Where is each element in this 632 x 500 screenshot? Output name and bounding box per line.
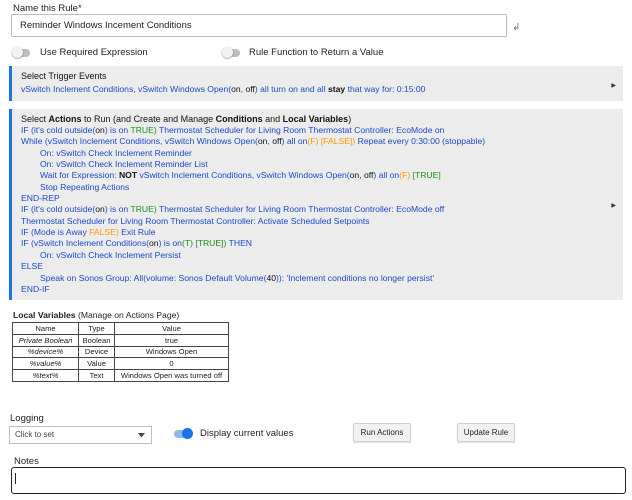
local-variables-label: Local Variables (Manage on Actions Page) xyxy=(13,310,180,320)
notes-label: Notes xyxy=(14,456,39,467)
variable-name-cell: Private Boolean xyxy=(12,333,79,347)
logging-select[interactable]: Click to set xyxy=(9,426,152,444)
actions-panel[interactable]: Select Actions to Run (and Create and Ma… xyxy=(9,109,623,300)
logging-label: Logging xyxy=(10,413,44,424)
display-current-values-label: Display current values xyxy=(200,428,294,439)
display-current-values-toggle[interactable] xyxy=(174,428,193,439)
action-line-5: Wait for Expression: NOT vSwitch Incleme… xyxy=(40,170,441,180)
use-required-expression-label: Use Required Expression xyxy=(40,47,148,58)
action-line-2: While (vSwitch Inclement Conditions, vSw… xyxy=(21,136,486,146)
rule-name-label: Name this Rule* xyxy=(13,3,82,14)
variable-type-cell: Device xyxy=(78,345,115,359)
action-line-1: IF (it's cold outside(on) is on TRUE) Th… xyxy=(21,125,445,135)
action-line-8: IF (it's cold outside(on) is on TRUE) Th… xyxy=(21,204,445,214)
variable-name-cell: %text% xyxy=(12,369,79,382)
local-variables-table: Name Type Value Private Boolean Boolean … xyxy=(12,322,229,382)
variable-type-cell: Value xyxy=(78,357,115,371)
action-line-4: On: vSwitch Check Inclement Reminder Lis… xyxy=(40,159,208,169)
action-line-13: ELSE xyxy=(21,261,43,271)
text-cursor xyxy=(15,473,16,484)
run-actions-button[interactable]: Run Actions xyxy=(353,423,411,442)
table-row: Private Boolean Boolean true xyxy=(12,333,229,347)
table-row: %device% Device Windows Open xyxy=(12,345,229,359)
column-header-value: Value xyxy=(114,322,229,335)
table-row: %text% Text Windows Open was turned off xyxy=(12,369,229,382)
table-row: %value% Value 0 xyxy=(12,357,229,371)
variable-value-cell: Windows Open xyxy=(114,345,229,359)
actions-expand-arrow-icon[interactable]: ▶ xyxy=(611,202,616,209)
rule-function-toggle[interactable] xyxy=(222,47,240,58)
trigger-expand-arrow-icon[interactable]: ▶ xyxy=(611,82,616,89)
variable-value-cell: true xyxy=(114,333,229,347)
actions-heading: Select Actions to Run (and Create and Ma… xyxy=(21,114,352,124)
chevron-down-icon xyxy=(138,433,145,438)
variable-type-cell: Text xyxy=(78,369,115,382)
variable-name-cell: %value% xyxy=(12,357,79,371)
table-header-row: Name Type Value xyxy=(12,322,229,335)
trigger-heading: Select Trigger Events xyxy=(21,71,107,81)
logging-select-value: Click to set xyxy=(15,430,55,439)
update-rule-button[interactable]: Update Rule xyxy=(457,423,515,442)
use-required-expression-toggle[interactable] xyxy=(12,47,30,58)
action-line-15: END-IF xyxy=(21,284,50,294)
trigger-events-panel[interactable]: Select Trigger Events vSwitch Inclement … xyxy=(9,66,623,101)
action-line-6: Stop Repeating Actions xyxy=(40,182,130,192)
action-line-9: Thermostat Scheduler for Living Room The… xyxy=(21,216,370,226)
action-line-12: On: vSwitch Check Inclement Persist xyxy=(40,250,181,260)
action-line-7: END-REP xyxy=(21,193,60,203)
variable-value-cell: Windows Open was turned off xyxy=(114,369,229,382)
column-header-type: Type xyxy=(78,322,115,335)
action-line-10: IF (Mode is Away FALSE) Exit Rule xyxy=(21,227,156,237)
enter-icon[interactable]: ↲ xyxy=(512,22,520,33)
action-line-14: Speak on Sonos Group: All(volume: Sonos … xyxy=(40,273,435,283)
trigger-summary: vSwitch Inclement Conditions, vSwitch Wi… xyxy=(21,84,426,94)
action-line-11: IF (vSwitch Inclement Conditions(on) is … xyxy=(21,238,253,248)
variable-value-cell: 0 xyxy=(114,357,229,371)
action-line-3: On: vSwitch Check Inclement Reminder xyxy=(40,148,192,158)
rule-name-input[interactable]: Reminder Windows Incement Conditions xyxy=(11,14,507,37)
variable-name-cell: %device% xyxy=(12,345,79,359)
rule-function-label: Rule Function to Return a Value xyxy=(249,47,384,58)
column-header-name: Name xyxy=(12,322,79,335)
notes-textarea[interactable] xyxy=(11,467,626,494)
variable-type-cell: Boolean xyxy=(78,333,115,347)
